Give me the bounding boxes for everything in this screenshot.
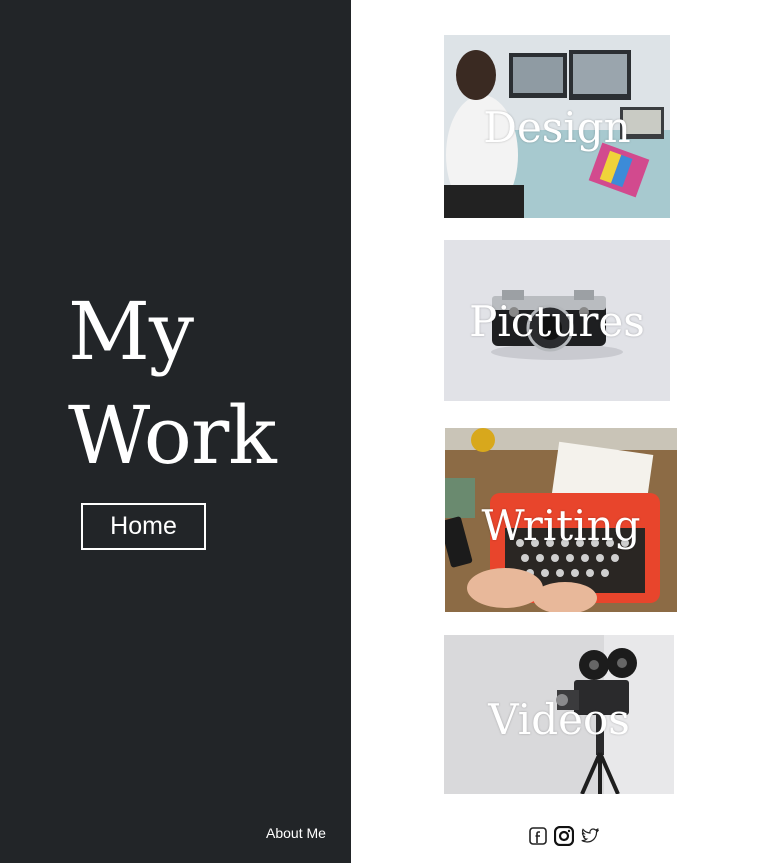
tile-label-pictures: Pictures [469, 297, 645, 346]
tile-label-writing: Writing [481, 501, 641, 550]
tile-design[interactable]: Design [444, 35, 670, 218]
title-line-my: My [68, 285, 194, 378]
twitter-icon[interactable] [580, 826, 600, 846]
instagram-icon[interactable] [554, 826, 574, 846]
about-me-link[interactable]: About Me [266, 825, 326, 841]
tile-videos[interactable]: Videos [444, 635, 674, 794]
home-button[interactable]: Home [81, 503, 206, 550]
sidebar: My Work Home About Me [0, 0, 351, 863]
tile-label-design: Design [483, 103, 631, 152]
page-title: My Work [68, 280, 277, 488]
tile-writing[interactable]: Writing [445, 428, 677, 612]
title-line-work: Work [68, 389, 277, 482]
facebook-icon[interactable] [528, 826, 548, 846]
tile-pictures[interactable]: Pictures [444, 240, 670, 401]
tile-label-videos: Videos [488, 695, 630, 744]
social-links [528, 826, 600, 846]
